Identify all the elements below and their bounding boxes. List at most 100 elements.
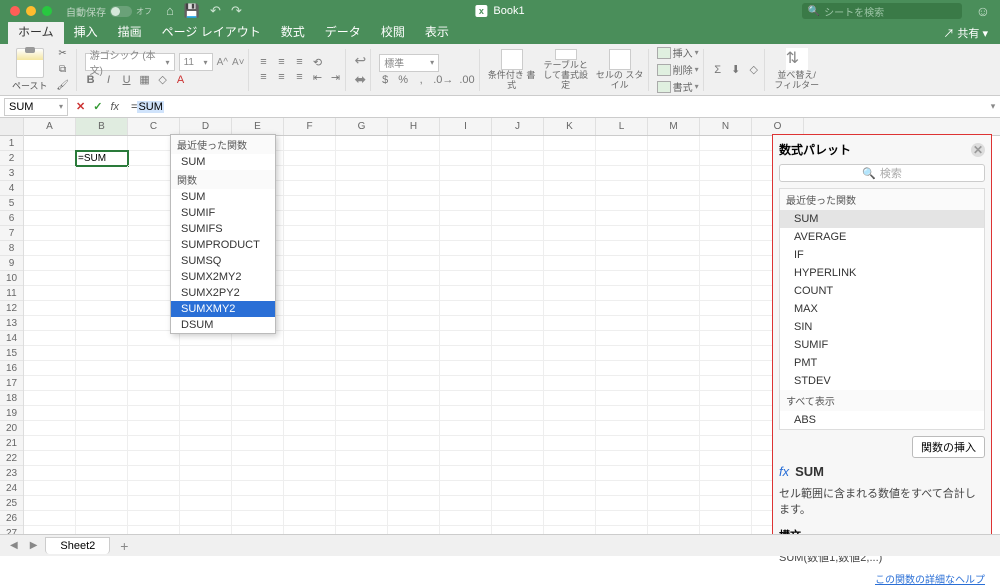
cell[interactable] [596,406,648,421]
cell[interactable] [128,376,180,391]
cell[interactable] [24,256,76,271]
row-header[interactable]: 2 [0,151,23,166]
cell[interactable] [128,511,180,526]
tab-review[interactable]: 校閲 [371,20,415,44]
cell[interactable] [128,451,180,466]
cell[interactable] [492,406,544,421]
cell[interactable] [648,451,700,466]
cell[interactable] [440,451,492,466]
number-format-select[interactable]: 標準▾ [379,54,439,72]
cell[interactable] [388,526,440,534]
autocomplete-item[interactable]: SUMSQ [171,253,275,269]
row-header[interactable]: 18 [0,391,23,406]
close-window-icon[interactable] [10,6,20,16]
cell[interactable] [596,331,648,346]
name-box[interactable]: SUM▾ [4,98,68,116]
cell[interactable] [440,316,492,331]
cell[interactable] [388,196,440,211]
cell[interactable] [388,451,440,466]
cell[interactable] [232,526,284,534]
cell[interactable] [232,361,284,376]
autocomplete-item[interactable]: SUM [171,189,275,205]
cell[interactable] [388,211,440,226]
cell[interactable] [128,406,180,421]
cell[interactable] [76,286,128,301]
cell[interactable] [388,301,440,316]
cell[interactable] [648,256,700,271]
decrease-font-icon[interactable]: A˅ [232,57,245,68]
cell[interactable] [492,361,544,376]
cell[interactable] [544,151,596,166]
cell[interactable] [232,436,284,451]
cell[interactable] [700,136,752,151]
font-color-button[interactable]: A [175,74,187,86]
cell[interactable] [700,511,752,526]
cell[interactable] [648,241,700,256]
cell[interactable] [700,301,752,316]
cell[interactable] [544,361,596,376]
cell[interactable] [440,136,492,151]
cell[interactable] [596,271,648,286]
cell[interactable] [24,466,76,481]
align-middle-icon[interactable]: ≡ [275,56,287,68]
align-top-icon[interactable]: ≡ [257,56,269,68]
decrease-decimal-icon[interactable]: .00 [459,74,474,86]
cell[interactable] [388,256,440,271]
palette-function-item[interactable]: PMT [780,354,984,372]
autocomplete-item[interactable]: SUMIF [171,205,275,221]
column-header[interactable]: O [752,118,804,135]
cell[interactable] [440,151,492,166]
row-header[interactable]: 12 [0,301,23,316]
palette-function-item[interactable]: IF [780,246,984,264]
cell[interactable] [388,511,440,526]
tab-formulas[interactable]: 数式 [271,20,315,44]
cell[interactable] [24,196,76,211]
tab-data[interactable]: データ [315,20,371,44]
cell[interactable] [24,151,76,166]
column-header[interactable]: M [648,118,700,135]
cell[interactable] [648,376,700,391]
cell[interactable] [440,271,492,286]
cell[interactable] [388,151,440,166]
cell[interactable] [336,496,388,511]
cell[interactable] [76,451,128,466]
cell[interactable] [648,136,700,151]
cell[interactable] [700,256,752,271]
palette-function-item[interactable]: HYPERLINK [780,264,984,282]
minimize-window-icon[interactable] [26,6,36,16]
cell[interactable] [24,226,76,241]
fx-icon[interactable]: fx [110,101,119,113]
column-header[interactable]: I [440,118,492,135]
border-button[interactable]: ▦ [139,73,151,86]
cell[interactable] [492,211,544,226]
cell[interactable] [544,496,596,511]
tab-draw[interactable]: 描画 [108,20,152,44]
cell[interactable] [76,421,128,436]
sheet-nav-prev-icon[interactable]: ▶ [26,540,42,551]
cell[interactable] [440,481,492,496]
cell[interactable] [284,451,336,466]
cell[interactable] [700,286,752,301]
conditional-format-button[interactable]: 条件付き 書式 [488,49,536,91]
cell[interactable] [336,196,388,211]
cell[interactable] [388,226,440,241]
cell[interactable] [544,451,596,466]
cell[interactable] [336,181,388,196]
cell[interactable] [544,181,596,196]
cell[interactable] [596,436,648,451]
row-header[interactable]: 26 [0,511,23,526]
zoom-window-icon[interactable] [42,6,52,16]
cell[interactable] [336,526,388,534]
cell[interactable] [648,481,700,496]
row-header[interactable]: 11 [0,286,23,301]
cell[interactable] [76,436,128,451]
sheet-tab-active[interactable]: Sheet2 [45,537,110,554]
cell[interactable] [648,346,700,361]
cell[interactable] [440,406,492,421]
cell[interactable] [492,436,544,451]
cell[interactable] [648,151,700,166]
autocomplete-item[interactable]: SUMIFS [171,221,275,237]
cell[interactable] [700,226,752,241]
cell[interactable] [76,376,128,391]
cell[interactable] [544,421,596,436]
